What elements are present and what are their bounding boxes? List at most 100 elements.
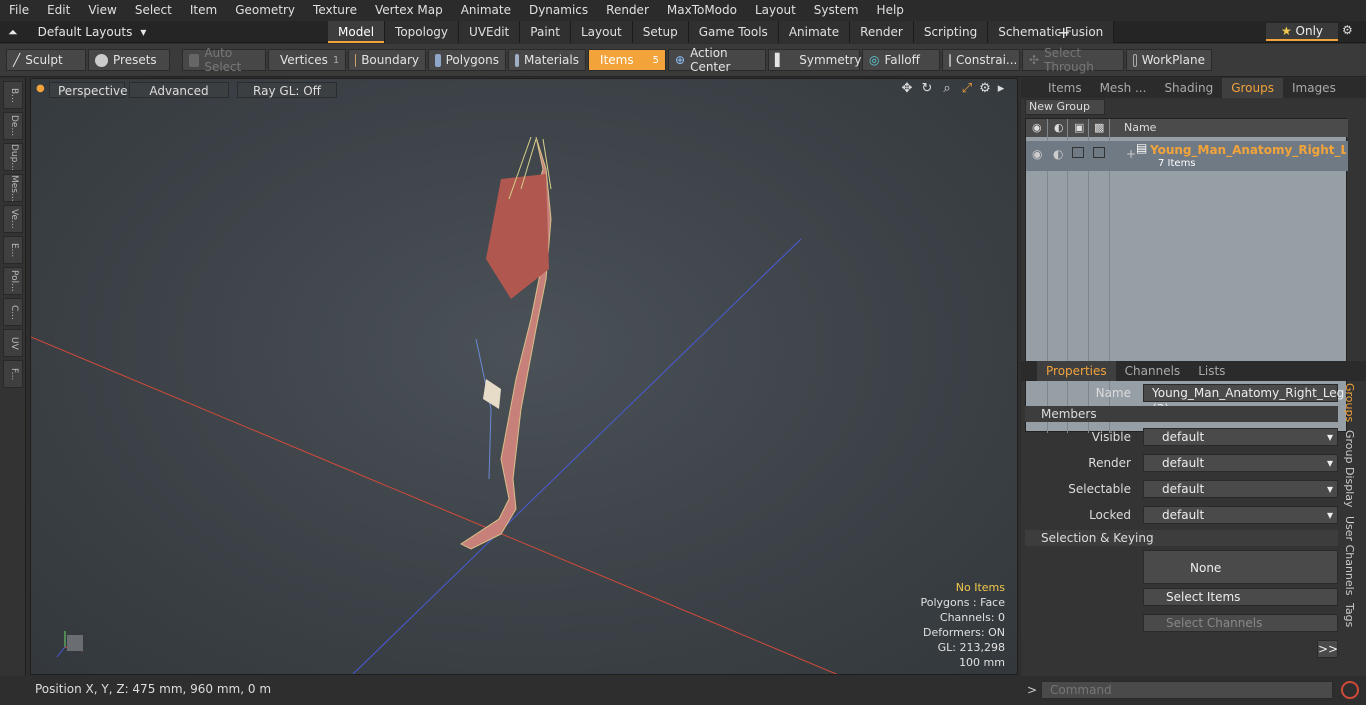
tab-game-tools[interactable]: Game Tools — [688, 21, 779, 43]
menu-item-vertex-map[interactable]: Vertex Map — [366, 0, 452, 21]
menu-item-edit[interactable]: Edit — [38, 0, 79, 21]
action-center-button[interactable]: ⊕ Action Center — [668, 46, 766, 74]
select-icon[interactable]: ▩ — [1094, 121, 1104, 134]
tab-shading[interactable]: Shading — [1155, 78, 1222, 98]
add-tab-icon[interactable]: + — [1057, 23, 1070, 42]
left-strip-tab[interactable]: B... — [3, 81, 23, 109]
select-channels-button[interactable]: Select Channels — [1143, 614, 1338, 632]
tab-model[interactable]: Model — [328, 21, 386, 43]
lock-icon[interactable]: ▣ — [1074, 121, 1084, 134]
row-select-checkbox[interactable] — [1093, 147, 1105, 158]
tab-paint[interactable]: Paint — [520, 21, 571, 43]
visible-select[interactable]: default ▾ — [1143, 428, 1338, 446]
constraints-label: Constrai... — [956, 53, 1018, 67]
tab-mesh-[interactable]: Mesh ... — [1091, 78, 1156, 98]
select-items-button[interactable]: Select Items — [1143, 588, 1338, 606]
group-row[interactable]: ◉ ◐ + ▤ Young_Man_Anatomy_Right_Le... 7 … — [1026, 141, 1348, 171]
menu-item-texture[interactable]: Texture — [304, 0, 366, 21]
auto-select-button[interactable]: Auto Select — [182, 46, 266, 74]
vtab-groups[interactable]: Groups — [1343, 383, 1356, 422]
menu-item-system[interactable]: System — [805, 0, 868, 21]
row-lock-checkbox[interactable] — [1072, 147, 1084, 158]
left-strip-tab[interactable]: Pol... — [3, 267, 23, 295]
menu-item-render[interactable]: Render — [597, 0, 658, 21]
tab-items[interactable]: Items — [1039, 78, 1091, 98]
layout-selector[interactable]: ⏶ Default Layouts ▾ — [8, 21, 146, 43]
left-strip-tab[interactable]: Dup... — [3, 143, 23, 171]
left-strip-tab[interactable]: F... — [3, 360, 23, 388]
selectable-label: Selectable — [1068, 482, 1131, 496]
presets-button[interactable]: Presets — [88, 49, 170, 71]
falloff-button[interactable]: ◎ Falloff — [862, 49, 940, 71]
members-section[interactable]: Members — [1025, 406, 1338, 422]
tab-scripting[interactable]: Scripting — [913, 21, 989, 43]
tab-lists[interactable]: Lists — [1189, 361, 1234, 381]
gear-icon[interactable]: ⚙ — [1342, 23, 1353, 37]
tab-animate[interactable]: Animate — [778, 21, 851, 43]
render-icon[interactable]: ◐ — [1054, 121, 1064, 134]
group-item-count: 7 Items — [1158, 158, 1196, 169]
tab-groups[interactable]: Groups — [1222, 78, 1283, 98]
render-select[interactable]: default ▾ — [1143, 454, 1338, 472]
locked-select[interactable]: default ▾ — [1143, 506, 1338, 524]
left-strip-tab[interactable]: E... — [3, 236, 23, 264]
tab-render[interactable]: Render — [850, 21, 914, 43]
row-render-icon[interactable]: ◐ — [1053, 147, 1063, 161]
tab-properties[interactable]: Properties — [1037, 361, 1116, 381]
name-column-header: Name — [1124, 121, 1157, 134]
left-strip-tab[interactable]: Mes... — [3, 174, 23, 202]
menu-item-item[interactable]: Item — [181, 0, 226, 21]
eye-icon[interactable]: ◉ — [1032, 121, 1042, 134]
materials-label: Materials — [523, 53, 579, 67]
menu-item-file[interactable]: File — [0, 0, 38, 21]
select-through-button[interactable]: ✣ Select Through — [1022, 46, 1124, 74]
vtab-group-display[interactable]: Group Display — [1343, 430, 1356, 508]
boundary-button[interactable]: Boundary — [348, 49, 426, 71]
tab-schematic-fusion[interactable]: Schematic Fusion — [988, 21, 1115, 43]
record-icon[interactable] — [1341, 681, 1359, 699]
polygons-button[interactable]: Polygons — [428, 49, 506, 71]
row-eye-icon[interactable]: ◉ — [1032, 147, 1042, 161]
tab-layout[interactable]: Layout — [570, 21, 633, 43]
locked-value: default — [1162, 508, 1205, 522]
star-icon: ★ — [1280, 24, 1292, 38]
menu-item-view[interactable]: View — [79, 0, 125, 21]
symmetry-button[interactable]: ▌ Symmetry — [768, 49, 861, 71]
sculpt-button[interactable]: ╱ Sculpt — [6, 49, 86, 71]
tab-uvedit[interactable]: UVEdit — [459, 21, 521, 43]
vtab-user-channels[interactable]: User Channels — [1343, 516, 1356, 595]
expand-icon[interactable]: + — [1126, 147, 1136, 161]
materials-button[interactable]: Materials — [508, 49, 586, 71]
menu-item-animate[interactable]: Animate — [452, 0, 520, 21]
tab-topology[interactable]: Topology — [385, 21, 460, 43]
tab-channels[interactable]: Channels — [1116, 361, 1190, 381]
tab-setup[interactable]: Setup — [632, 21, 689, 43]
menu-item-select[interactable]: Select — [126, 0, 181, 21]
items-button[interactable]: Items 5 — [588, 49, 666, 71]
vertices-button[interactable]: Vertices 1 — [268, 49, 346, 71]
constraints-button[interactable]: Constrai... — [942, 49, 1020, 71]
selectable-select[interactable]: default ▾ — [1143, 480, 1338, 498]
name-field[interactable]: Young_Man_Anatomy_Right_Leg (3) — [1143, 384, 1344, 416]
left-strip-tab[interactable]: C... — [3, 298, 23, 326]
menu-item-help[interactable]: Help — [868, 0, 913, 21]
left-strip-tab[interactable]: De... — [3, 112, 23, 140]
vtab-tags[interactable]: Tags — [1343, 603, 1356, 627]
command-input[interactable] — [1041, 681, 1333, 699]
new-group-button[interactable]: New Group — [1025, 99, 1105, 115]
selection-keying-section[interactable]: Selection & Keying — [1025, 530, 1338, 546]
only-button[interactable]: ★ Only — [1266, 23, 1338, 41]
tab-images[interactable]: Images — [1283, 78, 1345, 98]
polygons-label: Polygons — [445, 53, 499, 67]
workplane-button[interactable]: WorkPlane — [1126, 49, 1212, 71]
more-button[interactable]: >> — [1317, 640, 1338, 658]
left-strip-tab[interactable]: Ve... — [3, 205, 23, 233]
menu-item-dynamics[interactable]: Dynamics — [520, 0, 597, 21]
menu-item-layout[interactable]: Layout — [746, 0, 805, 21]
menu-item-maxtomodo[interactable]: MaxToModo — [658, 0, 746, 21]
keying-none-button[interactable]: None — [1143, 550, 1338, 584]
menu-item-geometry[interactable]: Geometry — [226, 0, 304, 21]
presets-icon — [95, 53, 108, 67]
left-strip-tab[interactable]: UV — [3, 329, 23, 357]
3d-viewport[interactable]: ● Perspective Advanced Ray GL: Off ✥ ↻ ⌕… — [30, 78, 1018, 675]
